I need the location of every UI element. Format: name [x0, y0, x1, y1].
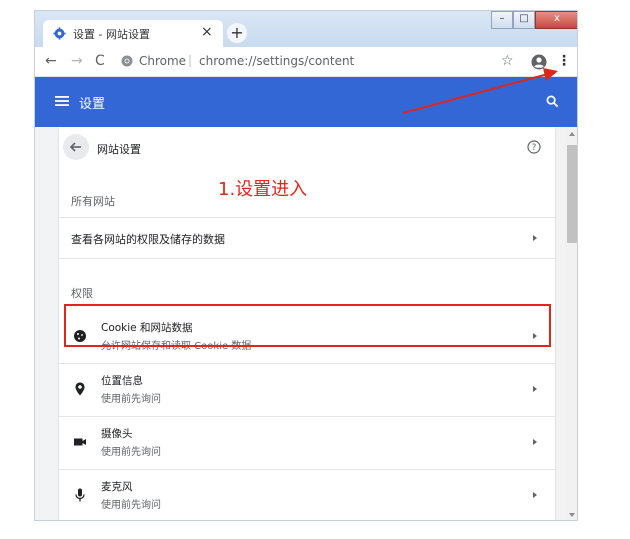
annotation-arrow-icon: [402, 68, 558, 114]
